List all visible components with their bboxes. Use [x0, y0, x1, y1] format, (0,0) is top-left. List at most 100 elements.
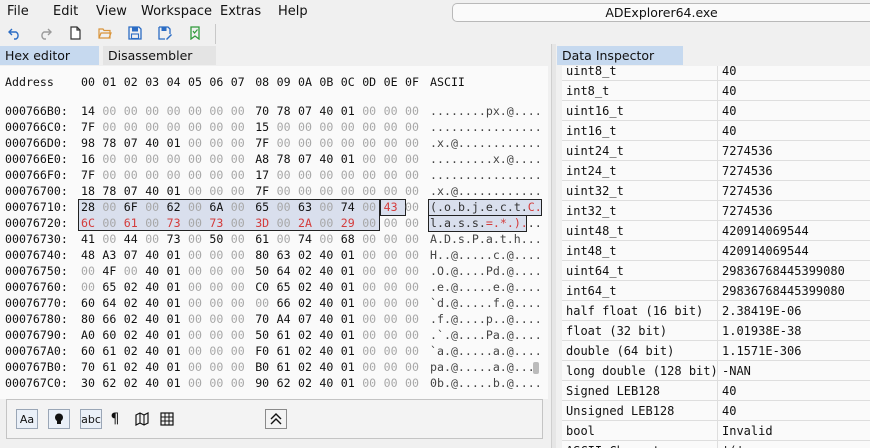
hex-byte[interactable]: 00	[209, 295, 225, 311]
hex-byte[interactable]: 00	[188, 311, 204, 327]
hex-byte[interactable]: 40	[319, 247, 335, 263]
inspector-row[interactable]: uint32_t 7274536	[562, 181, 870, 201]
hex-byte[interactable]: 40	[145, 279, 161, 295]
hex-byte[interactable]: 00	[145, 215, 161, 231]
hex-byte[interactable]: 00	[362, 279, 378, 295]
hex-byte[interactable]: 65	[255, 199, 271, 215]
hex-byte[interactable]: 00	[405, 279, 421, 295]
hex-byte[interactable]: 00	[124, 263, 140, 279]
table-button[interactable]	[156, 409, 178, 429]
ascii-text[interactable]: pa.@.....a.@....	[430, 359, 542, 375]
hex-byte[interactable]: 00	[231, 119, 247, 135]
hex-byte[interactable]: 00	[405, 375, 421, 391]
hex-byte[interactable]: 00	[231, 295, 247, 311]
hex-byte[interactable]: 61	[277, 359, 293, 375]
hex-row[interactable]: 000766E0: 16 00 00 00 00 00 00 00 A8 78 07 40 01 00 00 0…	[0, 151, 542, 167]
hex-byte[interactable]: 63	[298, 199, 314, 215]
hex-byte[interactable]: 00	[209, 167, 225, 183]
hex-byte[interactable]: 00	[145, 103, 161, 119]
hex-byte[interactable]: 00	[277, 167, 293, 183]
hex-byte[interactable]: 02	[298, 247, 314, 263]
hex-byte[interactable]: 00	[188, 343, 204, 359]
hex-byte[interactable]: 02	[124, 279, 140, 295]
hex-byte[interactable]: 00	[384, 311, 400, 327]
hex-byte[interactable]: 00	[231, 343, 247, 359]
hex-byte[interactable]: 01	[341, 279, 357, 295]
hex-byte[interactable]: 01	[167, 295, 183, 311]
hex-byte[interactable]: 00	[362, 215, 378, 231]
hex-byte[interactable]: 00	[102, 215, 118, 231]
hex-byte[interactable]: 02	[124, 343, 140, 359]
hex-byte[interactable]: 64	[102, 295, 118, 311]
hex-byte[interactable]: 61	[102, 359, 118, 375]
hex-byte[interactable]: 02	[298, 375, 314, 391]
hex-byte[interactable]: 00	[405, 231, 421, 247]
hex-byte[interactable]: 00	[362, 263, 378, 279]
hex-row[interactable]: 00076770: 60 64 02 40 01 00 00 00 00 66 02 40 01 00 00 0…	[0, 295, 542, 311]
tab-data-inspector[interactable]: Data Inspector	[557, 46, 683, 65]
hex-byte[interactable]: 00	[231, 167, 247, 183]
hex-byte[interactable]: 00	[231, 247, 247, 263]
hex-byte[interactable]: 00	[405, 183, 421, 199]
hex-byte[interactable]: 01	[167, 343, 183, 359]
hex-byte[interactable]: 17	[255, 167, 271, 183]
hex-byte[interactable]: 00	[145, 199, 161, 215]
hex-byte[interactable]: 00	[384, 295, 400, 311]
hex-byte[interactable]: 00	[231, 183, 247, 199]
hex-byte[interactable]: 00	[341, 135, 357, 151]
hex-byte[interactable]: 01	[167, 327, 183, 343]
hex-byte[interactable]: 00	[231, 263, 247, 279]
hex-byte[interactable]: 66	[102, 311, 118, 327]
hex-row[interactable]: 00076730: 41 00 44 00 73 00 50 00 61 00 74 00 68 00 00 0…	[0, 231, 542, 247]
hex-byte[interactable]: 65	[102, 279, 118, 295]
hex-byte[interactable]: 70	[81, 359, 97, 375]
inspector-row[interactable]: int48_t 420914069544	[562, 241, 870, 261]
hex-byte[interactable]: 00	[231, 135, 247, 151]
hex-row[interactable]: 000767B0: 70 61 02 40 01 00 00 00 B0 61 02 40 01 00 00 0…	[0, 359, 542, 375]
hex-byte[interactable]: 15	[255, 119, 271, 135]
hex-byte[interactable]: 00	[384, 119, 400, 135]
hex-byte[interactable]: 74	[341, 199, 357, 215]
open-folder-icon[interactable]	[97, 25, 113, 41]
hex-byte[interactable]: 70	[255, 103, 271, 119]
hex-byte[interactable]: 00	[319, 199, 335, 215]
inspector-row[interactable]: int16_t 40	[562, 121, 870, 141]
hex-byte[interactable]: 66	[277, 295, 293, 311]
hex-row[interactable]: 000766B0: 14 00 00 00 00 00 00 00 70 78 07 40 01 00 00 0…	[0, 103, 542, 119]
hex-byte[interactable]: 00	[362, 359, 378, 375]
vertical-scrollbar[interactable]	[531, 66, 545, 399]
hex-byte[interactable]: 00	[188, 279, 204, 295]
hex-byte[interactable]: 00	[124, 119, 140, 135]
hex-byte[interactable]: 01	[341, 311, 357, 327]
inspector-row[interactable]: bool Invalid	[562, 421, 870, 441]
hex-byte[interactable]: 00	[209, 343, 225, 359]
menu-workspace[interactable]: Workspace	[141, 4, 212, 19]
hex-byte[interactable]: 7F	[81, 119, 97, 135]
hex-byte[interactable]: 00	[362, 151, 378, 167]
hex-byte[interactable]: 00	[341, 183, 357, 199]
hex-byte[interactable]: 40	[319, 279, 335, 295]
menu-extras[interactable]: Extras	[220, 4, 261, 19]
save-icon[interactable]	[127, 25, 143, 41]
pilcrow-button[interactable]: ¶	[104, 409, 126, 429]
inspector-row[interactable]: uint16_t 40	[562, 101, 870, 121]
hex-byte[interactable]: 02	[124, 375, 140, 391]
hex-byte[interactable]: 00	[188, 327, 204, 343]
hex-row[interactable]: 00076720: 6C 00 61 00 73 00 73 00 3D 00 2A 00 29 00 00 0…	[0, 215, 542, 231]
hex-byte[interactable]: 00	[209, 119, 225, 135]
hex-byte[interactable]: 00	[231, 279, 247, 295]
hex-byte[interactable]: 02	[298, 295, 314, 311]
hex-byte[interactable]: 01	[167, 375, 183, 391]
hex-byte[interactable]: 40	[319, 375, 335, 391]
hex-byte[interactable]: 4F	[102, 263, 118, 279]
hex-byte[interactable]: 40	[319, 295, 335, 311]
hex-byte[interactable]: 29	[341, 215, 357, 231]
inspector-row[interactable]: double (64 bit) 1.1571E-306	[562, 341, 870, 361]
hex-byte[interactable]: 78	[102, 183, 118, 199]
hex-byte[interactable]: 00	[405, 311, 421, 327]
hex-byte[interactable]: 00	[319, 183, 335, 199]
menu-edit[interactable]: Edit	[53, 4, 78, 19]
hex-byte[interactable]: 00	[188, 263, 204, 279]
hex-byte[interactable]: 40	[145, 183, 161, 199]
hex-byte[interactable]: 02	[124, 359, 140, 375]
